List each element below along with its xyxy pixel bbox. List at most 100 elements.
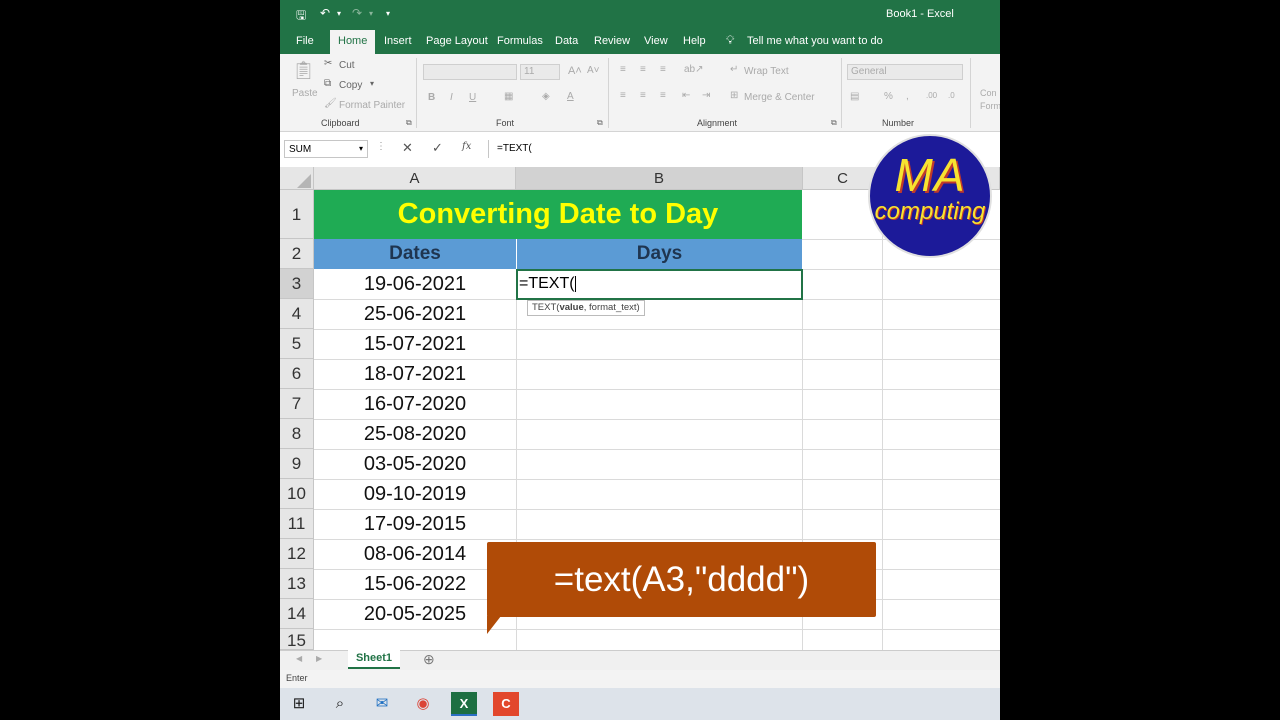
copy-dropdown-icon[interactable]: ▾ — [370, 79, 374, 88]
underline-icon[interactable]: U — [469, 92, 476, 103]
date-cell[interactable]: 17-09-2015 — [314, 509, 516, 539]
mail-icon[interactable]: ✉ — [369, 692, 395, 716]
wrap-text-icon[interactable]: ↵ — [730, 64, 738, 75]
row-header[interactable]: 5 — [280, 329, 314, 359]
paste-icon[interactable]: 📋︎ — [292, 60, 315, 81]
insert-function-icon[interactable]: fx — [462, 141, 471, 152]
windows-start-icon[interactable]: ⊞ — [286, 692, 312, 716]
row-header[interactable]: 9 — [280, 449, 314, 479]
cut-icon[interactable]: ✂ — [324, 58, 332, 69]
row-header[interactable]: 11 — [280, 509, 314, 539]
header-cell-days[interactable]: Days — [517, 239, 802, 269]
undo-dropdown-icon[interactable]: ▾ — [337, 9, 341, 18]
italic-icon[interactable]: I — [450, 92, 453, 103]
conditional-formatting-label-1[interactable]: Con — [980, 88, 997, 98]
align-right-icon[interactable]: ≡ — [660, 90, 666, 101]
cut-button[interactable]: Cut — [339, 60, 355, 71]
scroll-right-icon[interactable]: ▶ — [316, 654, 322, 663]
redo-dropdown-icon[interactable]: ▾ — [369, 9, 373, 18]
date-cell[interactable]: 16-07-2020 — [314, 389, 516, 419]
decrease-font-icon[interactable]: A˅ — [587, 65, 600, 76]
decrease-indent-icon[interactable]: ⇤ — [682, 90, 690, 101]
format-painter-icon[interactable]: 🖌︎ — [324, 98, 337, 109]
row-header[interactable]: 12 — [280, 539, 314, 569]
row-header[interactable]: 7 — [280, 389, 314, 419]
tab-page-layout[interactable]: Page Layout — [426, 35, 488, 47]
row-header[interactable]: 8 — [280, 419, 314, 449]
tab-home[interactable]: Home — [330, 30, 376, 54]
row-header[interactable]: 4 — [280, 299, 314, 329]
row-header[interactable]: 15 — [280, 629, 314, 650]
tooltip-arg-value[interactable]: value — [559, 302, 583, 313]
row-header[interactable]: 6 — [280, 359, 314, 389]
customize-toolbar-icon[interactable]: ▾ — [386, 9, 390, 18]
date-cell[interactable]: 08-06-2014 — [314, 539, 516, 569]
column-header-a[interactable]: A — [314, 167, 516, 190]
header-cell-dates[interactable]: Dates — [314, 239, 516, 269]
sheet-tab[interactable]: Sheet1 — [348, 650, 400, 669]
font-name-dropdown[interactable] — [423, 64, 517, 80]
date-cell[interactable]: 25-08-2020 — [314, 419, 516, 449]
date-cell[interactable]: 25-06-2021 — [314, 299, 516, 329]
fill-color-icon[interactable]: ◈ — [542, 91, 550, 102]
conditional-formatting-label-2[interactable]: Form — [980, 101, 1000, 111]
sheet-title-cell[interactable]: Converting Date to Day — [314, 190, 802, 239]
font-launcher-icon[interactable]: ⧉ — [597, 118, 603, 128]
bold-icon[interactable]: B — [428, 92, 435, 103]
tab-formulas[interactable]: Formulas — [497, 35, 543, 47]
wrap-text-button[interactable]: Wrap Text — [744, 66, 789, 77]
scroll-left-icon[interactable]: ◀ — [296, 654, 302, 663]
function-tooltip[interactable]: TEXT(value, format_text) — [527, 300, 645, 316]
row-header[interactable]: 13 — [280, 569, 314, 599]
merge-center-button[interactable]: Merge & Center — [744, 92, 815, 103]
percent-icon[interactable]: % — [884, 91, 893, 102]
date-cell[interactable]: 19-06-2021 — [314, 269, 516, 299]
tab-data[interactable]: Data — [555, 35, 578, 47]
merge-center-icon[interactable]: ⊞ — [730, 90, 738, 101]
align-left-icon[interactable]: ≡ — [620, 90, 626, 101]
paste-button[interactable]: Paste — [292, 88, 318, 99]
select-all-corner[interactable] — [280, 167, 314, 190]
row-header[interactable]: 14 — [280, 599, 314, 629]
name-box[interactable]: SUM ▾ — [284, 140, 368, 158]
copy-icon[interactable]: ⧉ — [324, 78, 331, 89]
font-color-icon[interactable]: A — [567, 91, 574, 102]
date-cell[interactable]: 03-05-2020 — [314, 449, 516, 479]
active-cell-b3[interactable]: =TEXT( — [516, 269, 803, 300]
add-sheet-icon[interactable]: ⊕ — [423, 651, 435, 668]
column-header-b[interactable]: B — [516, 167, 803, 190]
date-cell[interactable]: 15-06-2022 — [314, 569, 516, 599]
chevron-down-icon[interactable]: ▾ — [359, 144, 363, 153]
format-painter-button[interactable]: Format Painter — [339, 100, 405, 111]
tab-review[interactable]: Review — [594, 35, 630, 47]
align-top-icon[interactable]: ≡ — [620, 64, 626, 75]
align-middle-icon[interactable]: ≡ — [640, 64, 646, 75]
font-size-dropdown[interactable]: 11 — [520, 64, 560, 80]
number-format-dropdown[interactable]: General — [847, 64, 963, 80]
chrome-icon[interactable]: ◉ — [410, 692, 436, 716]
alignment-launcher-icon[interactable]: ⧉ — [831, 118, 837, 128]
row-header[interactable]: 2 — [280, 239, 314, 269]
orientation-icon[interactable]: ab↗ — [684, 64, 704, 75]
save-icon[interactable]: 🖫 — [296, 6, 306, 27]
recorder-app-icon[interactable]: C — [493, 692, 519, 716]
increase-indent-icon[interactable]: ⇥ — [702, 90, 710, 101]
accounting-format-icon[interactable]: ▤ — [850, 91, 859, 102]
tab-help[interactable]: Help — [683, 35, 706, 47]
row-header[interactable]: 3 — [280, 269, 314, 299]
tab-file[interactable]: File — [296, 35, 314, 47]
copy-button[interactable]: Copy — [339, 80, 362, 91]
clipboard-launcher-icon[interactable]: ⧉ — [406, 118, 412, 128]
undo-icon[interactable]: ↶ — [320, 6, 330, 20]
date-cell[interactable]: 18-07-2021 — [314, 359, 516, 389]
enter-icon[interactable]: ✓ — [432, 140, 443, 156]
date-cell[interactable]: 20-05-2025 — [314, 599, 516, 629]
row-header[interactable]: 1 — [280, 190, 314, 239]
align-bottom-icon[interactable]: ≡ — [660, 64, 666, 75]
tab-insert[interactable]: Insert — [384, 35, 412, 47]
increase-decimal-icon[interactable]: .00 — [926, 91, 937, 100]
date-cell[interactable]: 09-10-2019 — [314, 479, 516, 509]
date-cell[interactable]: 15-07-2021 — [314, 329, 516, 359]
comma-style-icon[interactable]: , — [906, 91, 909, 102]
excel-taskbar-icon[interactable]: X — [451, 692, 477, 716]
